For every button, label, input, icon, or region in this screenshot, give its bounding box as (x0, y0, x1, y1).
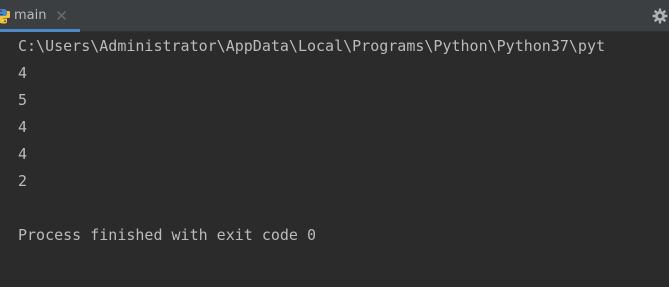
console-output[interactable]: C:\Users\Administrator\AppData\Local\Pro… (0, 32, 669, 287)
tab-label: main (14, 8, 47, 23)
console-output-line: 4 (18, 118, 28, 136)
python-icon (0, 9, 10, 24)
console-output-line: 2 (18, 172, 28, 190)
close-icon[interactable] (56, 10, 67, 21)
console-output-line: 5 (18, 91, 28, 109)
console-path-line: C:\Users\Administrator\AppData\Local\Pro… (18, 37, 605, 55)
run-tab-bar: main (0, 0, 669, 32)
console-output-line: 4 (18, 64, 28, 82)
gear-icon[interactable] (652, 8, 668, 24)
run-window: main C:\Users\Administrator\AppData\Loca… (0, 0, 669, 287)
tab-main[interactable]: main (0, 0, 80, 32)
console-exit-message: Process finished with exit code 0 (18, 226, 317, 244)
console-output-line: 4 (18, 145, 28, 163)
